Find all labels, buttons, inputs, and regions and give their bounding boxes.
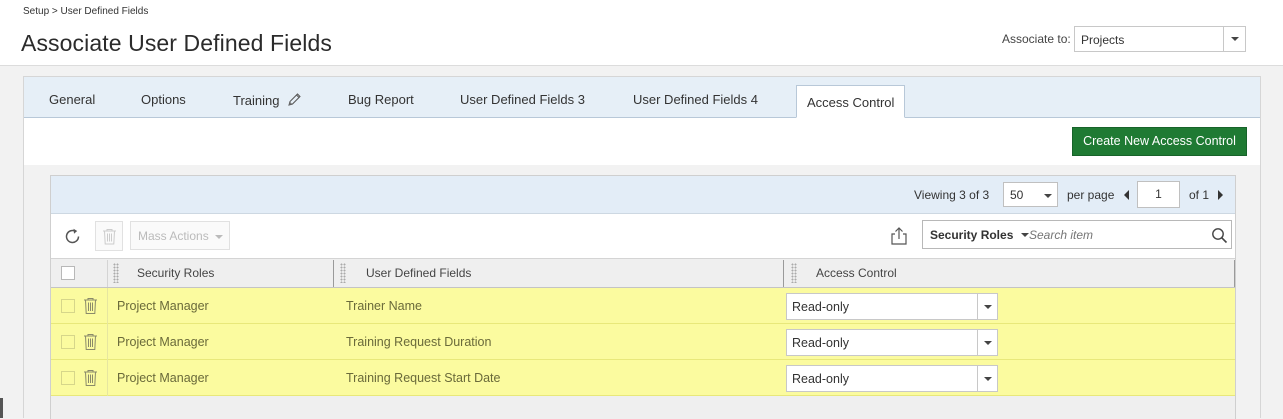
trash-icon[interactable]	[83, 369, 98, 387]
chevron-down-icon	[1044, 194, 1052, 198]
mass-actions-label: Mass Actions	[138, 229, 209, 243]
chevron-down-icon	[215, 235, 223, 239]
pager-bar: Viewing 3 of 3 50 per page 1 of 1	[51, 176, 1235, 214]
access-control-select[interactable]: Read-only	[786, 365, 998, 392]
previous-page-icon[interactable]	[1124, 190, 1129, 200]
search-field-value: Security Roles	[930, 228, 1014, 242]
per-page-select[interactable]: 50	[1003, 182, 1058, 207]
cell-security-role: Project Manager	[117, 299, 209, 313]
cell-divider	[107, 288, 108, 324]
per-page-label: per page	[1067, 188, 1115, 202]
export-icon[interactable]	[889, 226, 909, 246]
cell-user-defined-field: Training Request Start Date	[346, 371, 501, 385]
column-header-access-control[interactable]: Access Control	[816, 259, 897, 287]
associate-to-select[interactable]: Projects	[1074, 26, 1246, 52]
search-field-select[interactable]: Security Roles	[930, 228, 1029, 242]
search-input[interactable]	[1029, 226, 1209, 244]
trash-icon[interactable]	[83, 297, 98, 315]
row-checkbox[interactable]	[61, 335, 75, 349]
tab-bug-report[interactable]: Bug Report	[348, 92, 414, 107]
table-row[interactable]: Project Manager Trainer Name Read-only	[51, 288, 1235, 324]
table-row[interactable]: Project Manager Training Request Duratio…	[51, 324, 1235, 360]
chevron-down-icon	[1231, 37, 1239, 41]
breadcrumb[interactable]: Setup > User Defined Fields	[23, 6, 148, 17]
chevron-down-icon	[984, 377, 992, 381]
page-header: Setup > User Defined Fields Associate Us…	[0, 0, 1283, 66]
tab-user-defined-fields-4[interactable]: User Defined Fields 4	[633, 92, 758, 107]
cell-divider	[107, 360, 108, 396]
table-header: Security Roles User Defined Fields Acces…	[51, 258, 1235, 288]
page-number-input[interactable]: 1	[1137, 181, 1180, 208]
chevron-down-icon	[984, 341, 992, 345]
cell-user-defined-field: Trainer Name	[346, 299, 422, 313]
tab-general[interactable]: General	[49, 92, 95, 107]
column-divider	[783, 260, 784, 287]
column-divider	[107, 260, 108, 287]
chevron-down-icon	[984, 305, 992, 309]
cell-security-role: Project Manager	[117, 371, 209, 385]
column-divider	[1234, 260, 1235, 287]
page-title: Associate User Defined Fields	[21, 30, 332, 56]
tab-bar: General Options Training Bug Report User…	[24, 77, 1260, 118]
pencil-icon	[288, 93, 301, 106]
cell-divider	[107, 324, 108, 360]
total-pages-label: of 1	[1189, 188, 1210, 202]
create-access-control-button[interactable]: Create New Access Control	[1072, 127, 1247, 156]
trash-icon[interactable]	[83, 333, 98, 351]
access-control-grid: Viewing 3 of 3 50 per page 1 of 1 Mass A…	[50, 175, 1236, 419]
cell-security-role: Project Manager	[117, 335, 209, 349]
tab-training[interactable]: Training	[233, 92, 302, 108]
row-checkbox[interactable]	[61, 371, 75, 385]
select-all-checkbox[interactable]	[61, 266, 75, 280]
column-header-user-defined-fields[interactable]: User Defined Fields	[366, 259, 471, 287]
access-control-dropdown-button[interactable]	[977, 330, 997, 355]
column-resize-handle[interactable]	[791, 263, 797, 283]
table-row[interactable]: Project Manager Training Request Start D…	[51, 360, 1235, 396]
chevron-down-icon	[1021, 233, 1029, 237]
delete-selected-button[interactable]	[95, 221, 123, 251]
tab-access-control[interactable]: Access Control	[796, 85, 906, 118]
next-page-icon[interactable]	[1218, 190, 1223, 200]
associate-to-label: Associate to:	[1002, 32, 1071, 46]
refresh-icon[interactable]	[63, 227, 82, 246]
search-icon[interactable]	[1211, 227, 1228, 244]
column-divider	[333, 260, 334, 287]
access-control-value: Read-only	[792, 372, 849, 386]
column-resize-handle[interactable]	[113, 263, 119, 283]
cell-user-defined-field: Training Request Duration	[346, 335, 492, 349]
trash-icon	[103, 229, 116, 245]
column-header-security-roles[interactable]: Security Roles	[137, 259, 214, 287]
tab-training-label: Training	[233, 93, 280, 108]
access-control-dropdown-button[interactable]	[977, 366, 997, 391]
per-page-value: 50	[1010, 188, 1024, 202]
grid-toolbar: Mass Actions Security Roles	[51, 214, 1235, 258]
main-card: General Options Training Bug Report User…	[23, 76, 1261, 419]
access-control-value: Read-only	[792, 336, 849, 350]
tab-options[interactable]: Options	[141, 92, 186, 107]
search-box: Security Roles	[922, 220, 1232, 249]
mass-actions-dropdown[interactable]: Mass Actions	[130, 221, 230, 250]
associate-to-value: Projects	[1081, 33, 1125, 47]
access-control-select[interactable]: Read-only	[786, 329, 998, 356]
access-control-value: Read-only	[792, 300, 849, 314]
associate-to-dropdown-button[interactable]	[1223, 27, 1245, 51]
access-control-dropdown-button[interactable]	[977, 294, 997, 319]
tab-user-defined-fields-3[interactable]: User Defined Fields 3	[460, 92, 585, 107]
column-resize-handle[interactable]	[340, 263, 346, 283]
row-checkbox[interactable]	[61, 299, 75, 313]
window-edge-handle	[0, 398, 3, 418]
viewing-count: Viewing 3 of 3	[914, 188, 990, 202]
access-control-select[interactable]: Read-only	[786, 293, 998, 320]
